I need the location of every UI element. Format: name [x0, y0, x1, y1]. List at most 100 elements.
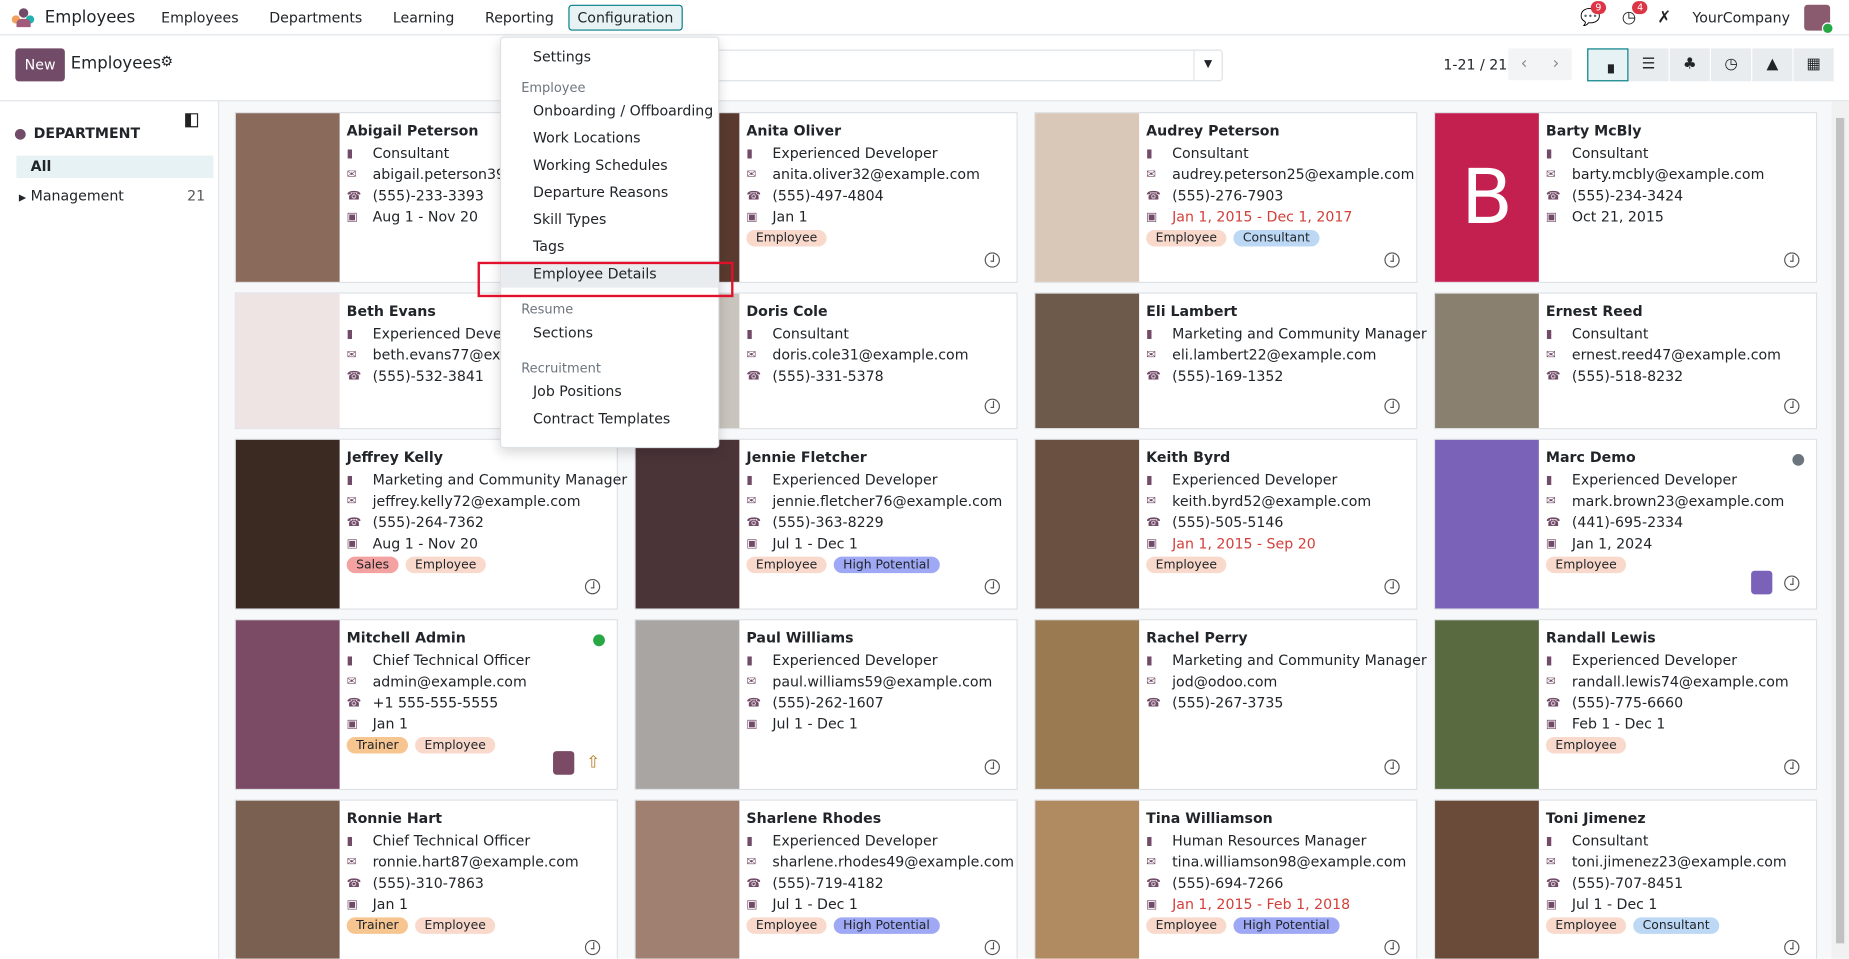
- menu-configuration[interactable]: Configuration: [567, 4, 683, 31]
- employee-email[interactable]: ✉ jeffrey.kelly72@example.com: [347, 491, 628, 512]
- employee-card[interactable]: Audrey Peterson ▮ Consultant ✉ audrey.peters…: [1034, 112, 1418, 284]
- sidebar-item-all[interactable]: All: [16, 155, 214, 179]
- employee-card[interactable]: Paul Williams ▮ Experienced Developer ✉ paul…: [634, 619, 1018, 791]
- employee-email[interactable]: ✉ doris.cole31@example.com: [746, 344, 1009, 365]
- employee-card[interactable]: Sharlene Rhodes ▮ Experienced Developer ✉ sh…: [634, 799, 1018, 959]
- activity-clock-icon[interactable]: [984, 252, 1000, 268]
- employee-email[interactable]: ✉ toni.jimenez23@example.com: [1546, 851, 1809, 872]
- menu-item-job-positions[interactable]: Job Positions: [501, 379, 718, 406]
- list-view-button[interactable]: ☰: [1628, 48, 1670, 82]
- activity-clock-icon[interactable]: [1784, 252, 1800, 268]
- employee-card[interactable]: Tina Williamson ▮ Human Resources Manager ✉…: [1034, 799, 1418, 959]
- employee-card[interactable]: Rachel Perry ▮ Marketing and Community Man…: [1034, 619, 1427, 791]
- employee-email[interactable]: ✉ audrey.peterson25@example.com: [1146, 164, 1414, 185]
- menu-reporting[interactable]: Reporting: [476, 4, 564, 30]
- menu-departments[interactable]: Departments: [260, 4, 372, 30]
- employee-email[interactable]: ✉ mark.brown23@example.com: [1546, 491, 1809, 512]
- sidebar-item-management[interactable]: ▶ Management 21: [19, 186, 208, 207]
- employee-email[interactable]: ✉ sharlene.rhodes49@example.com: [746, 851, 1014, 872]
- menu-item-sections[interactable]: Sections: [501, 320, 718, 347]
- activity-clock-icon[interactable]: [1784, 939, 1800, 956]
- activity-clock-icon[interactable]: [1784, 398, 1800, 414]
- activity-clock-icon[interactable]: [984, 759, 1000, 775]
- employee-card[interactable]: Mitchell Admin ▮ Chief Technical Officer ✉ a…: [234, 619, 618, 791]
- employee-card[interactable]: Randall Lewis ▮ Experienced Developer ✉ rand…: [1433, 619, 1818, 791]
- scrollbar[interactable]: [1831, 101, 1849, 959]
- new-button[interactable]: New: [15, 48, 65, 82]
- employee-email[interactable]: ✉ jod@odoo.com: [1146, 671, 1427, 692]
- search-input[interactable]: ▼: [707, 49, 1223, 82]
- employee-job-text: Marketing and Community Manager: [372, 471, 628, 489]
- employee-name: Jeffrey Kelly: [346, 449, 443, 466]
- activity-clock-icon[interactable]: [984, 939, 1000, 956]
- user-avatar[interactable]: [1804, 4, 1834, 35]
- pager-next-button[interactable]: ›: [1540, 48, 1572, 81]
- employee-email[interactable]: ✉ barty.mcbly@example.com: [1546, 164, 1809, 185]
- employee-email[interactable]: ✉ ronnie.hart87@example.com: [347, 851, 610, 872]
- employee-card[interactable]: Ronnie Hart ▮ Chief Technical Officer ✉ ronn…: [234, 799, 618, 959]
- activity-clock-icon[interactable]: [1384, 939, 1400, 956]
- employee-card[interactable]: Eli Lambert ▮ Marketing and Community Mana…: [1034, 292, 1427, 430]
- caret-right-icon[interactable]: ▶: [19, 192, 26, 203]
- activity-clock-icon[interactable]: [584, 939, 601, 956]
- employee-email[interactable]: ✉ eli.lambert22@example.com: [1146, 344, 1427, 365]
- hierarchy-view-button[interactable]: ♣: [1669, 48, 1712, 82]
- upload-icon[interactable]: ⇧: [586, 754, 600, 773]
- company-switcher[interactable]: YourCompany: [1692, 9, 1790, 26]
- employee-job: ▮ Experienced Developer: [1146, 469, 1409, 490]
- pager-previous-button[interactable]: ‹: [1508, 48, 1541, 81]
- employee-phone: ☎ (555)-505-5146: [1146, 512, 1409, 533]
- activity-clock-icon[interactable]: [1384, 252, 1400, 268]
- activities-button[interactable]: ◷ 4: [1622, 1, 1648, 27]
- menu-employees[interactable]: Employees: [152, 4, 248, 30]
- menu-item-work-locations[interactable]: Work Locations: [501, 125, 718, 152]
- gear-icon[interactable]: ⚙: [160, 53, 173, 70]
- menu-item-settings[interactable]: Settings: [501, 44, 718, 71]
- employee-card[interactable]: Marc Demo ▮ Experienced Developer ✉ mark.bro…: [1433, 438, 1818, 610]
- employee-card[interactable]: Jeffrey Kelly ▮ Marketing and Community Ma…: [234, 438, 627, 610]
- activity-clock-icon[interactable]: [1784, 574, 1800, 591]
- activity-clock-icon[interactable]: [1384, 578, 1400, 595]
- messages-button[interactable]: 💬 9: [1580, 1, 1607, 27]
- activity-view-button[interactable]: ◷: [1711, 48, 1753, 82]
- debug-tools-icon[interactable]: ✗: [1657, 8, 1671, 27]
- menu-item-contract-templates[interactable]: Contract Templates: [501, 406, 718, 433]
- app-brand[interactable]: Employees: [11, 7, 135, 27]
- menu-item-onboarding-offboarding[interactable]: Onboarding / Offboarding: [501, 98, 718, 125]
- employee-email[interactable]: ✉ paul.williams59@example.com: [746, 671, 1009, 692]
- sidebar-toggle-icon[interactable]: [185, 113, 199, 128]
- employee-email[interactable]: ✉ jennie.fletcher76@example.com: [746, 491, 1009, 512]
- activity-clock-icon[interactable]: [984, 398, 1000, 414]
- employee-email[interactable]: ✉ keith.byrd52@example.com: [1146, 491, 1409, 512]
- employee-info: Paul Williams ▮ Experienced Developer ✉ paul…: [739, 620, 1016, 789]
- menu-item-skill-types[interactable]: Skill Types: [501, 206, 718, 233]
- activity-clock-icon[interactable]: [1384, 759, 1400, 775]
- activity-clock-icon[interactable]: [1384, 398, 1400, 414]
- scrollbar-thumb[interactable]: [1836, 117, 1845, 944]
- pivot-view-button[interactable]: ▦: [1793, 48, 1835, 82]
- employee-email[interactable]: ✉ randall.lewis74@example.com: [1546, 671, 1809, 692]
- employee-card[interactable]: Toni Jimenez ▮ Consultant ✉ toni.jimenez23@e…: [1433, 799, 1818, 959]
- employee-phone: ☎ (555)-234-3424: [1546, 185, 1809, 206]
- manager-avatar[interactable]: [553, 751, 575, 775]
- search-options-toggle[interactable]: ▼: [1193, 50, 1221, 81]
- menu-item-tags[interactable]: Tags: [501, 233, 718, 260]
- menu-learning[interactable]: Learning: [383, 4, 463, 30]
- employee-card[interactable]: Jennie Fletcher ▮ Experienced Developer ✉ je…: [634, 438, 1018, 610]
- employee-email[interactable]: ✉ ernest.reed47@example.com: [1546, 344, 1809, 365]
- employee-email[interactable]: ✉ anita.oliver32@example.com: [746, 164, 1009, 185]
- employee-card[interactable]: Ernest Reed ▮ Consultant ✉ ernest.reed47@exa…: [1433, 292, 1818, 430]
- activity-clock-icon[interactable]: [584, 578, 601, 595]
- activity-clock-icon[interactable]: [1784, 759, 1800, 775]
- employee-email[interactable]: ✉ tina.williamson98@example.com: [1146, 851, 1409, 872]
- menu-item-departure-reasons[interactable]: Departure Reasons: [501, 179, 718, 206]
- employee-email[interactable]: ✉ admin@example.com: [347, 671, 610, 692]
- manager-avatar[interactable]: [1751, 570, 1773, 595]
- employee-card[interactable]: B Barty McBly ▮ Consultant ✉ barty.mcbly@exam…: [1433, 112, 1818, 284]
- employee-card[interactable]: Keith Byrd ▮ Experienced Developer ✉ keith.b…: [1034, 438, 1418, 610]
- graph-view-button[interactable]: ▲: [1752, 48, 1794, 82]
- pager-value[interactable]: 1-21 / 21: [1443, 57, 1507, 74]
- kanban-view-button[interactable]: ▗: [1587, 48, 1629, 82]
- menu-item-working-schedules[interactable]: Working Schedules: [501, 152, 718, 179]
- activity-clock-icon[interactable]: [984, 578, 1000, 595]
